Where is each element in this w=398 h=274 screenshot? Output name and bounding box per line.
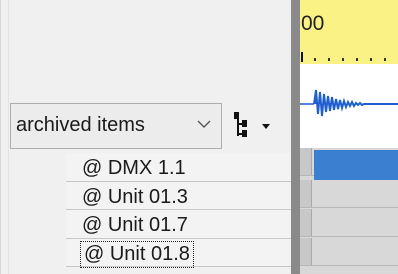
panel-splitter[interactable]: [291, 0, 300, 274]
waveform: [300, 89, 398, 117]
panel-inner-border: [8, 0, 9, 274]
timeline-ruler[interactable]: 00: [300, 0, 398, 64]
track-cell[interactable]: [300, 238, 398, 266]
list-item-label: @ Unit 01.3: [82, 185, 188, 208]
timeline-clip[interactable]: [314, 150, 398, 180]
list-item-label: @ Unit 01.7: [82, 214, 188, 236]
waveform-lane[interactable]: [300, 64, 398, 144]
item-list: @ DMX 1.1 @ Unit 01.3 @ Unit 01.7 @ Unit…: [66, 153, 291, 268]
panel-border: [0, 0, 1, 274]
filter-dropdown-value: archived items: [16, 114, 145, 136]
list-item[interactable]: @ DMX 1.1: [66, 153, 291, 182]
track-cell[interactable]: [300, 180, 398, 208]
track-strip: [300, 238, 312, 265]
list-item-label: @ DMX 1.1: [82, 157, 186, 179]
track-strip: [300, 209, 312, 236]
list-item-label: @ Unit 01.8: [80, 240, 194, 268]
track-strip: [300, 148, 312, 175]
tree-view-icon: [234, 112, 270, 137]
track-cell[interactable]: [300, 148, 398, 180]
track-strip: [300, 180, 312, 207]
list-item[interactable]: @ Unit 01.3: [66, 181, 291, 210]
list-item[interactable]: @ Unit 01.7: [66, 210, 291, 239]
track-area: [300, 148, 398, 274]
tree-view-button[interactable]: [232, 108, 277, 144]
item-list-panel: archived items @ DMX 1.1 @ Unit 01.3 @ U…: [0, 0, 291, 274]
dropdown-arrow-icon: [262, 124, 270, 129]
chevron-down-icon: [197, 120, 211, 128]
list-item[interactable]: @ Unit 01.8: [66, 238, 291, 268]
track-cell[interactable]: [300, 209, 398, 237]
ruler-ticks: [301, 52, 386, 62]
filter-dropdown[interactable]: archived items: [10, 103, 222, 149]
timeline-panel: 00: [300, 0, 398, 274]
